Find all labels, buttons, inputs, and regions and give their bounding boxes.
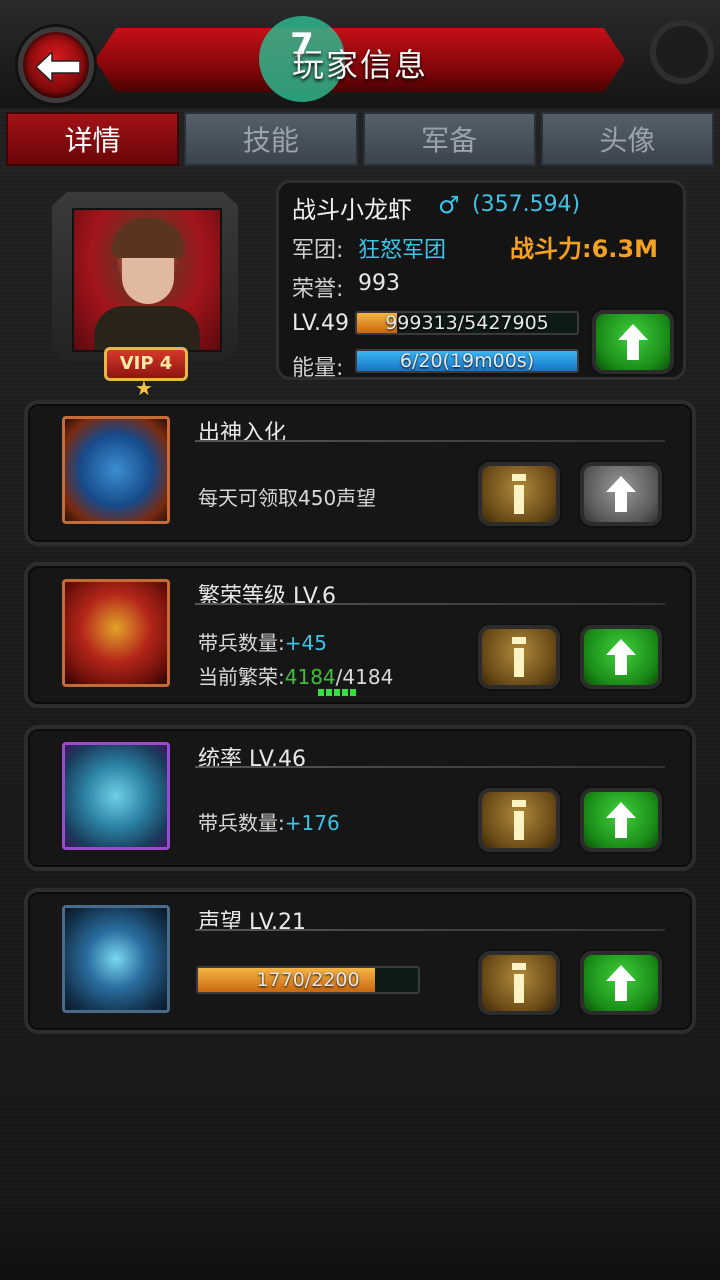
energy-label: 能量: [292,356,344,381]
current-prosperity: 当前繁荣:4184/4184 [198,665,394,689]
up-arrow-icon [606,639,636,675]
player-coords[interactable]: (357.594) [472,192,580,217]
card-desc: 每天可领取450声望 [198,486,377,510]
upgrade-button-disabled[interactable] [580,462,662,526]
combat-power: 战斗力:6.3M [510,235,659,263]
info-button[interactable] [478,788,560,852]
up-arrow-icon [606,476,636,512]
info-icon [512,474,526,514]
honor-value: 993 [358,271,400,296]
card-title: 出神入化 [198,421,287,446]
upgrade-button[interactable] [580,788,662,852]
card-title: 繁荣等级 LV.6 [198,584,337,609]
exp-bar: 999313/5427905 [355,311,579,335]
player-name: 战斗小龙虾 [292,196,412,224]
legion-name[interactable]: 狂怒军团 [358,232,446,264]
male-icon: ♂ [438,191,460,219]
legion-label: 军团: [292,238,344,263]
prestige-text: 1770/2200 [256,969,360,991]
troop-count: 带兵数量:+176 [198,811,340,835]
info-icon [512,637,526,677]
up-arrow-icon [606,802,636,838]
divider [195,440,665,442]
upgrade-button[interactable] [580,951,662,1015]
divider [195,603,665,605]
info-icon [512,963,526,1003]
honor-label: 荣誉: [292,277,344,302]
up-arrow-icon [606,965,636,1001]
back-button[interactable] [18,27,94,103]
level-up-button[interactable] [592,310,674,374]
avatar[interactable] [72,208,222,352]
tab-equipment[interactable]: 军备 [362,112,536,166]
pip [334,689,340,696]
prosperity-emblem-icon [62,579,170,687]
energy-bar: 6/20(19m00s) [355,349,579,373]
troop-count: 带兵数量:+45 [198,631,327,655]
pip [350,689,356,696]
energy-text: 6/20(19m00s) [399,350,535,372]
card-title: 声望 LV.21 [198,910,307,935]
star-icon: ★ [135,376,153,400]
info-button[interactable] [478,951,560,1015]
exp-text: 999313/5427905 [385,312,549,334]
info-icon [512,800,526,840]
card-title: 统率 LV.46 [198,747,307,772]
divider [195,766,665,768]
page-title: 玩家信息 [291,46,428,84]
bottom-frame [0,1210,720,1280]
prosperity-pips [318,689,356,696]
pip [342,689,348,696]
mastery-icon [62,416,170,524]
tab-bar: 详情 技能 军备 头像 [6,112,714,166]
tab-skills[interactable]: 技能 [184,112,358,166]
back-arrow-icon [36,52,80,82]
command-book-icon [62,742,170,850]
prestige-bar: 1770/2200 [196,966,420,994]
divider [195,929,665,931]
level-label: LV.49 [292,311,350,336]
upgrade-button[interactable] [580,625,662,689]
up-arrow-icon [618,324,648,360]
info-button[interactable] [478,625,560,689]
gear-icon [650,20,714,84]
tab-avatar[interactable]: 头像 [540,112,714,166]
info-button[interactable] [478,462,560,526]
pip [326,689,332,696]
pip [318,689,324,696]
tab-details[interactable]: 详情 [6,112,180,166]
prestige-rank-icon [62,905,170,1013]
